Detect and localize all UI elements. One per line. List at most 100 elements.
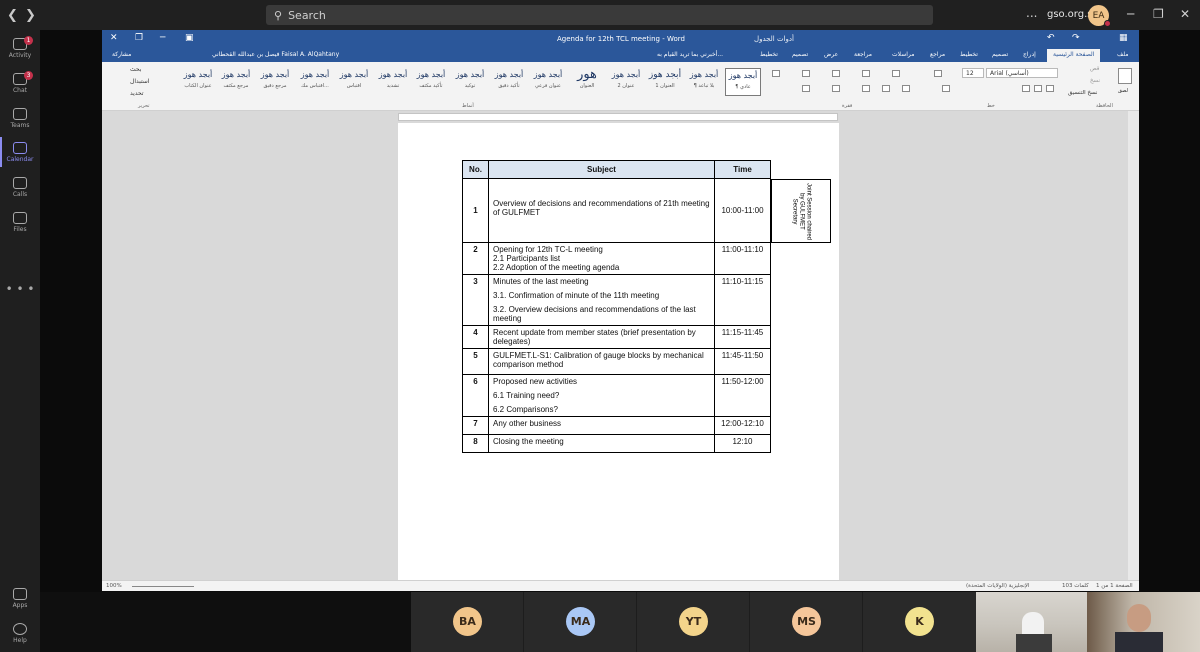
page-count[interactable]: الصفحة 1 من 1 [1096,583,1133,589]
participant-avatar: MA [566,607,595,636]
style-title[interactable]: هور العنوان [569,68,605,96]
align-center-icon[interactable] [882,85,890,92]
style-normal[interactable]: أبجد هوز ¶ عادي [725,68,761,96]
row-number: 4 [462,325,489,349]
video-tile[interactable] [976,592,1087,652]
format-painter-button[interactable]: نسخ التنسيق [1068,90,1097,96]
tab-mailings[interactable]: مراسلات [892,51,914,58]
line-spacing-icon[interactable] [832,85,840,92]
style-intense-reference[interactable]: أبجد هوز مرجع مكثف [218,68,254,96]
copy-button[interactable]: نسخ [1090,78,1100,84]
word-count[interactable]: 103 كلمات [1062,583,1089,589]
style-subtle-emphasis[interactable]: أبجد هوز تأكيد دقيق [491,68,527,96]
rail-help[interactable]: Help [0,623,40,644]
tab-insert[interactable]: إدراج [1023,51,1036,58]
tab-design-table[interactable]: تصميم [792,51,808,58]
tab-layout-table[interactable]: تخطيط [760,51,778,58]
style-heading-1[interactable]: أبجد هوز العنوان 1 [647,68,683,96]
highlight-icon[interactable] [942,85,950,92]
style-intense-quote[interactable]: أبجد هوز اقتباس مك... [297,68,333,96]
table-row: 6 Proposed new activities 6.1 Training n… [462,374,771,417]
tab-design[interactable]: تصميم [992,51,1008,58]
rail-activity[interactable]: 1 Activity [0,36,40,59]
header-subject: Subject [488,160,715,179]
rail-files[interactable]: Files [0,212,40,233]
more-apps-icon[interactable]: • • • [0,282,40,296]
indent-icon[interactable] [832,70,840,77]
zoom-slider[interactable] [132,586,194,587]
participant-tile[interactable]: BA [411,592,524,652]
tab-view[interactable]: عرض [824,51,838,58]
style-name: تأكيد دقيق [498,83,520,89]
row-subject: Opening for 12th TC-L meeting 2.1 Partic… [488,242,715,275]
bullets-icon[interactable] [892,70,900,77]
participant-tile[interactable]: K [863,592,976,652]
tab-file[interactable]: ملف [1117,51,1128,58]
tab-layout[interactable]: تخطيط [960,51,978,58]
underline-icon[interactable] [1022,85,1030,92]
sort-icon[interactable] [802,70,810,77]
style-book-title[interactable]: أبجد هوز عنوان الكتاب [180,68,216,96]
search-input[interactable]: ⚲ Search [266,5,933,25]
ribbon-display-icon[interactable]: ▣ [185,33,194,43]
bold-icon[interactable] [1046,85,1054,92]
save-icon[interactable]: ▦ [1119,33,1128,43]
minimize-icon[interactable]: ─ [160,33,165,43]
ltr-icon[interactable] [772,70,780,77]
italic-icon[interactable] [1034,85,1042,92]
redo-icon[interactable]: ↷ [1072,33,1080,43]
vertical-scrollbar[interactable] [1128,111,1139,580]
style-intense-emphasis[interactable]: أبجد هوز تأكيد مكثف [413,68,449,96]
rail-calls[interactable]: Calls [0,177,40,198]
document-page[interactable]: No. Subject Time 1 Overview of decisions… [398,123,839,580]
tab-references[interactable]: مراجع [930,51,945,58]
find-button[interactable]: بحث [130,66,141,73]
rail-chat[interactable]: 3 Chat [0,71,40,94]
video-tile[interactable] [1087,592,1200,652]
language-status[interactable]: الإنجليزية (الولايات المتحدة) [966,583,1029,589]
font-color-icon[interactable] [934,70,942,77]
style-strong[interactable]: أبجد هوز تشديد [375,68,411,96]
rail-apps[interactable]: Apps [0,588,40,609]
close-icon[interactable]: ✕ [1180,7,1190,21]
more-options-icon[interactable]: ... [1026,6,1037,20]
paste-icon[interactable] [1118,68,1132,84]
paste-button[interactable]: لصق [1118,88,1128,94]
borders-icon[interactable] [802,85,810,92]
style-quote[interactable]: أبجد هوز اقتباس [336,68,372,96]
style-heading-2[interactable]: أبجد هوز عنوان 2 [608,68,644,96]
group-label-editing: تحرير [138,103,150,109]
cut-button[interactable]: قص [1090,66,1099,72]
tab-home[interactable]: الصفحة الرئيسية [1047,49,1101,62]
maximize-icon[interactable]: ❐ [1153,7,1164,21]
row-time: 11:50-12:00 [714,374,771,417]
style-subtle-reference[interactable]: أبجد هوز مرجع دقيق [257,68,293,96]
user-avatar[interactable]: EA [1088,5,1111,27]
participant-tile[interactable]: MS [750,592,863,652]
zoom-level[interactable]: 100% [106,583,122,589]
align-left-icon[interactable] [862,85,870,92]
close-icon[interactable]: ✕ [110,33,118,43]
rail-calendar[interactable]: Calendar [0,142,40,163]
rail-teams[interactable]: Teams [0,108,40,129]
back-arrow-icon[interactable]: ❮ [7,8,18,23]
style-subtitle[interactable]: أبجد هوز عنوان فرعي [530,68,566,96]
forward-arrow-icon[interactable]: ❯ [25,8,36,23]
align-right-icon[interactable] [902,85,910,92]
minimize-icon[interactable]: ─ [1127,7,1134,21]
participant-tile[interactable]: YT [637,592,750,652]
font-name-combo[interactable]: Arial (أساسي) [986,68,1058,78]
select-button[interactable]: تحديد [130,90,144,97]
tab-review[interactable]: مراجعة [854,51,872,58]
joint-session-note: Joint Session chaired by GULFMET Secreta… [771,179,831,243]
style-no-spacing[interactable]: أبجد هوز ¶ بلا تباعد [686,68,722,96]
replace-button[interactable]: استبدال [130,78,150,85]
font-size-combo[interactable]: 12 [962,68,984,78]
numbering-icon[interactable] [862,70,870,77]
style-emphasis[interactable]: أبجد هوز توكيد [452,68,488,96]
undo-icon[interactable]: ↶ [1047,33,1055,43]
share-button[interactable]: مشاركة [112,51,131,58]
restore-icon[interactable]: ❐ [135,33,143,43]
tell-me-box[interactable]: أخبرني بما تريد القيام به... [657,51,723,58]
participant-tile[interactable]: MA [524,592,637,652]
